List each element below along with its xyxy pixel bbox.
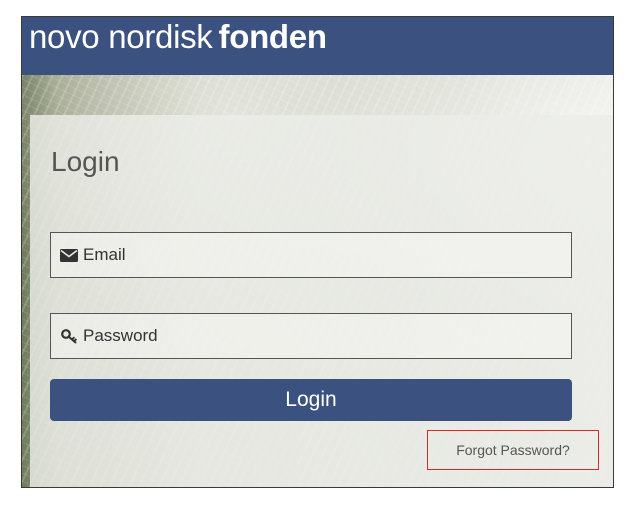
forgot-password-link[interactable]: Forgot Password? (427, 430, 599, 470)
key-icon (60, 328, 78, 344)
brand-logo-light: novo nordisk (29, 18, 213, 55)
envelope-icon (60, 247, 78, 263)
email-field[interactable]: Email (50, 232, 572, 278)
email-placeholder: Email (83, 245, 126, 264)
brand-logo: novo nordisk fonden (29, 18, 327, 56)
password-placeholder: Password (83, 326, 158, 345)
brand-logo-bold: fonden (218, 18, 327, 55)
login-title: Login (51, 146, 120, 177)
login-button[interactable]: Login (50, 379, 572, 421)
site-header: novo nordisk fonden (22, 17, 613, 75)
password-field[interactable]: Password (50, 313, 572, 359)
login-frame: novo nordisk fonden Login Email Password … (21, 16, 614, 488)
